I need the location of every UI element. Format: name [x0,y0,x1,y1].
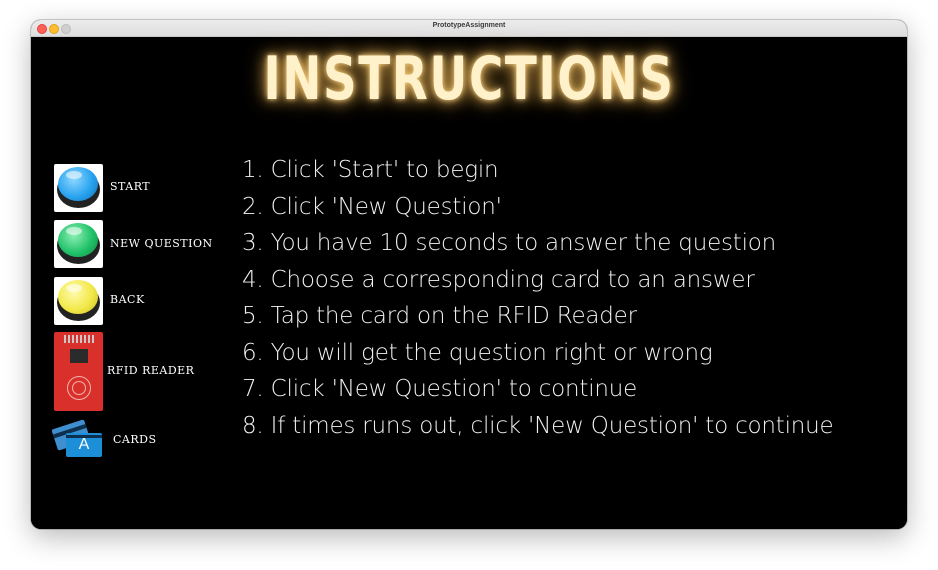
instruction-item: 4. Choose a corresponding card to an ans… [242,266,755,293]
instructions-screen: INSTRUCTIONS START NEW QUESTION BACK RFI… [31,37,907,529]
rfid-reader-icon [54,332,103,411]
instruction-list: 1. Click 'Start' to begin 2. Click 'New … [242,152,834,444]
green-button-icon [54,220,103,268]
legend-label-new-question: NEW QUESTION [110,237,213,250]
legend-label-start: START [110,180,151,193]
instruction-item: 6. You will get the question right or wr… [242,339,713,366]
blue-button-icon [54,164,103,212]
legend-label-back: BACK [110,293,145,306]
instruction-item: 2. Click 'New Question' [242,193,502,220]
instruction-item: 8. If times runs out, click 'New Questio… [242,412,834,439]
legend-label-rfid-reader: RFID READER [107,364,195,377]
instruction-item: 7. Click 'New Question' to continue [242,376,638,402]
yellow-button-icon [54,277,103,325]
page-title: INSTRUCTIONS [263,44,675,114]
cards-icon: A [51,419,104,458]
legend-label-cards: CARDS [113,433,157,446]
window-title: PrototypeAssignment [432,22,506,29]
app-window: PrototypeAssignment INSTRUCTIONS START N… [31,20,907,529]
card-letter: A [78,436,90,453]
instruction-item: 3. You have 10 seconds to answer the que… [242,230,777,256]
instruction-item: 1. Click 'Start' to begin [242,157,499,183]
instruction-item: 5. Tap the card on the RFID Reader [242,303,637,329]
title-bar: PrototypeAssignment [31,20,907,37]
